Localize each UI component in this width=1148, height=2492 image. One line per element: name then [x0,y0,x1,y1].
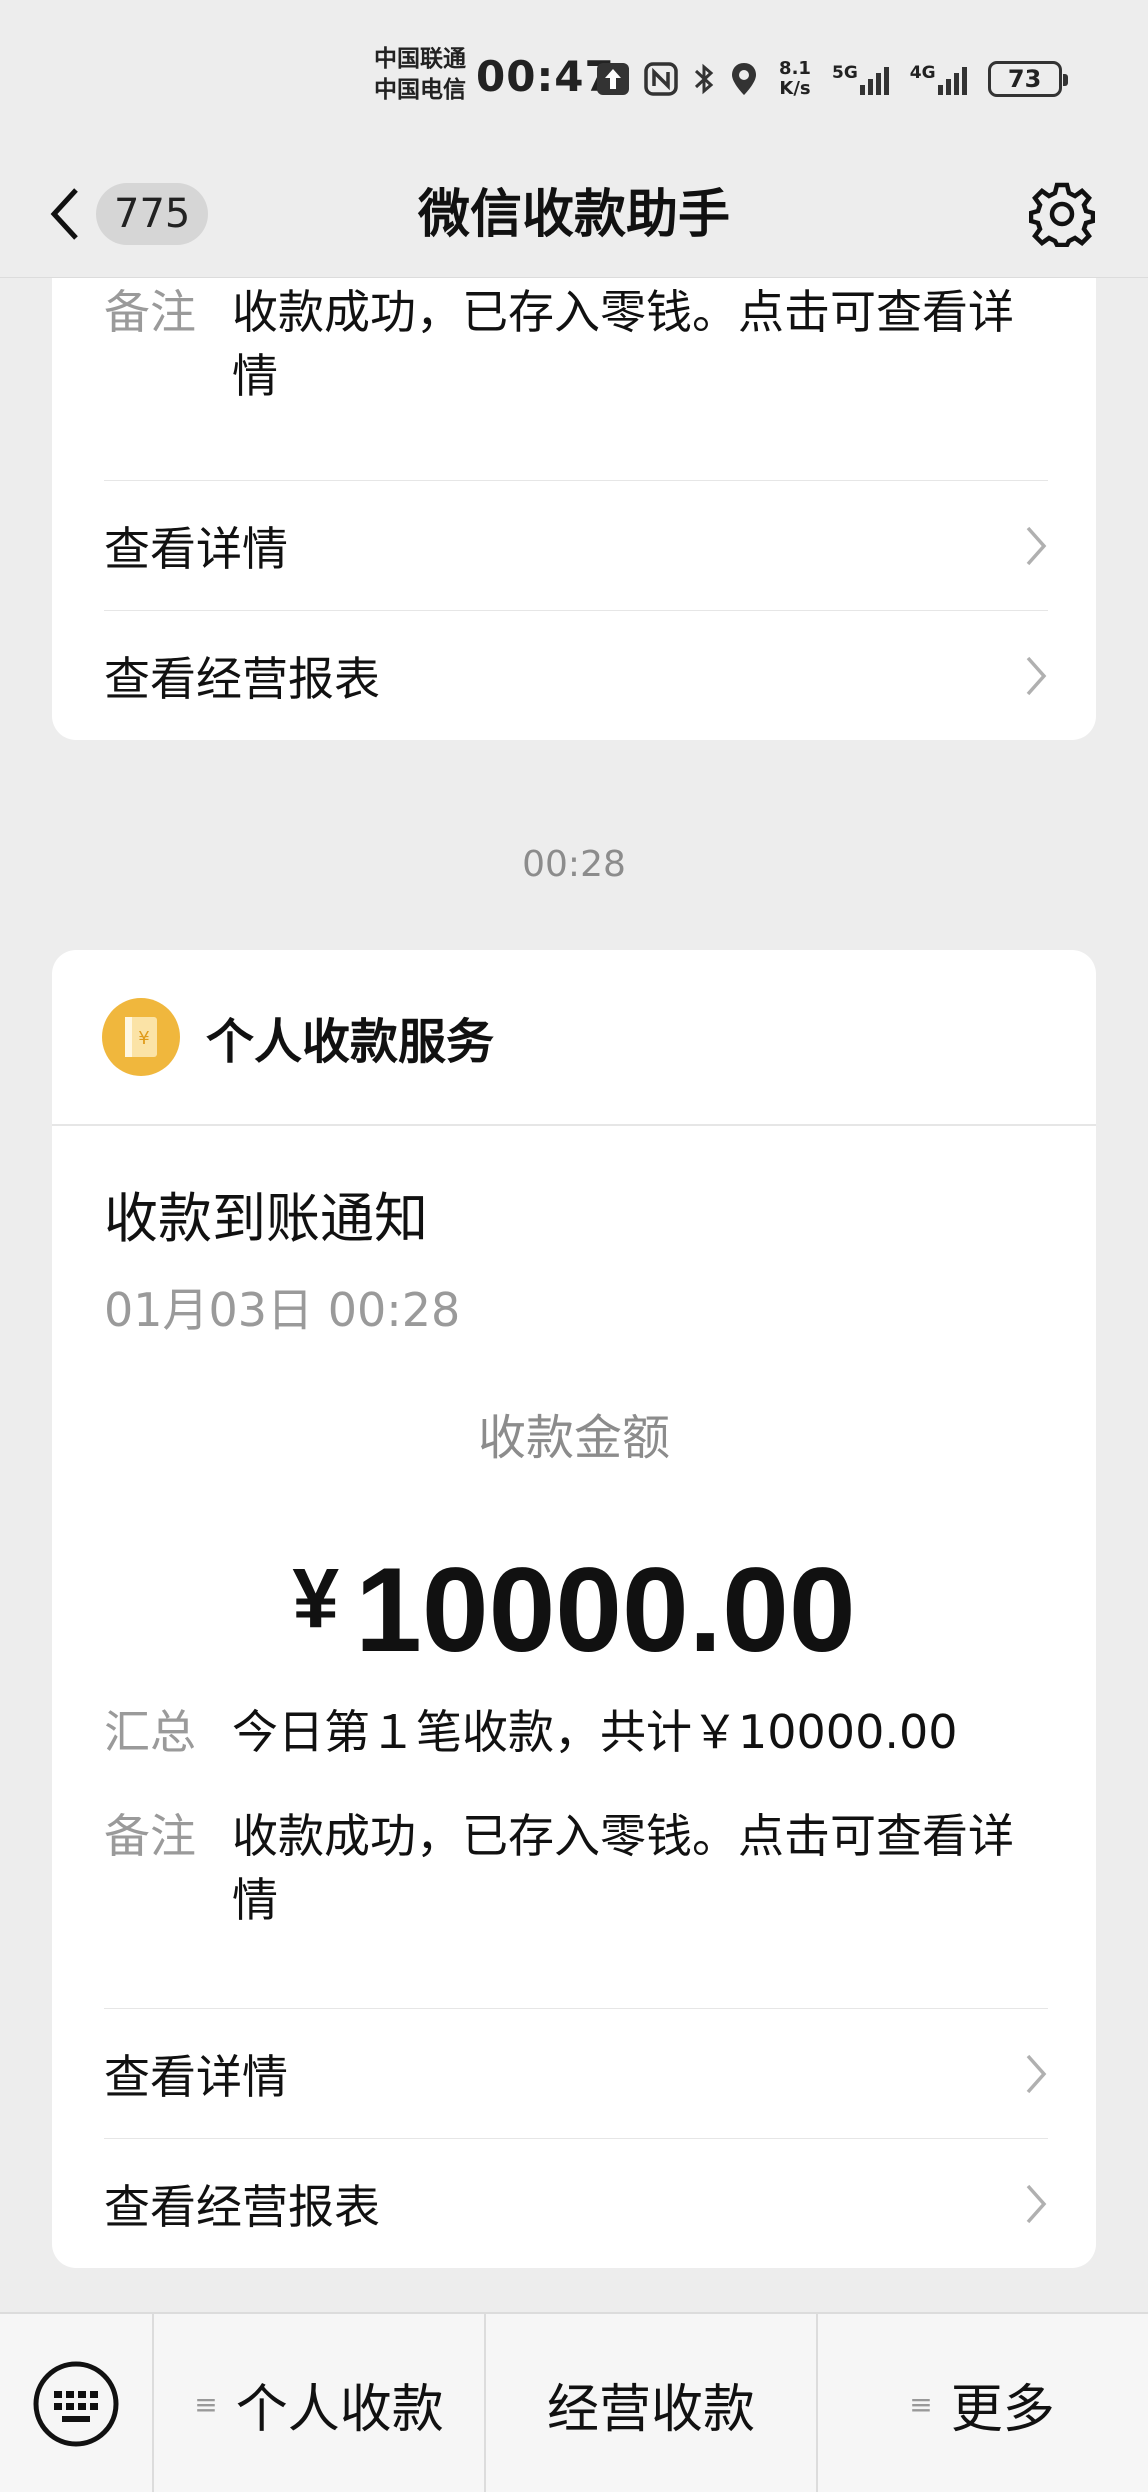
view-details-label: 查看详情 [104,521,288,576]
status-bar: 中国联通 中国电信 00:47 8.1 K/s 5G 4G 73 [0,0,1148,150]
signal-5g: 5G [832,63,896,95]
message-timestamp: 00:28 [522,844,626,885]
speed-unit: K/s [779,78,811,99]
remark-row: 备注 收款成功，已存入零钱。点击可查看详 情 [104,1804,1044,1932]
carrier-info: 中国联通 中国电信 [374,44,466,106]
net-type-2: 4G [909,63,936,83]
notice-date: 01月03日 00:28 [104,1283,461,1337]
settings-button[interactable] [1020,172,1104,256]
remark-value: 收款成功，已存入零钱。点击可查看详 情 [232,280,1044,408]
menu-business-collection[interactable]: 经营收款 [486,2314,818,2492]
submenu-icon: ≡ [194,2387,218,2421]
service-icon: ¥ [102,998,180,1076]
svg-text:¥: ¥ [138,1028,149,1049]
amount-number: 10000.00 [355,1543,856,1677]
battery-level: 73 [1007,65,1042,93]
clock: 00:47 [476,52,615,101]
bottom-menu-bar: ≡ 个人收款 经营收款 ≡ 更多 [0,2312,1148,2492]
view-report-label: 查看经营报表 [104,2179,380,2234]
battery-icon: 73 [987,61,1068,97]
remark-line-1: 收款成功，已存入零钱。点击可查看详 [232,1809,1014,1863]
signal-bars-icon [859,67,889,95]
keyboard-icon [33,2361,119,2447]
currency-symbol: ¥ [292,1551,340,1645]
menu-personal-collection[interactable]: ≡ 个人收款 [154,2314,486,2492]
menu-label: 更多 [950,2379,1055,2440]
summary-value: 今日第１笔收款，共计￥10000.00 [232,1705,958,1759]
status-icons: 8.1 K/s 5G 4G 73 [596,52,1068,106]
service-header[interactable]: ¥ 个人收款服务 [52,950,1096,1126]
amount-label: 收款金额 [477,1410,670,1466]
view-details-label: 查看详情 [104,2049,288,2104]
navigation-bar: 775 微信收款助手 [0,150,1148,278]
summary-row: 汇总 今日第１笔收款，共计￥10000.00 [104,1700,1044,1764]
chevron-right-icon [1026,656,1047,695]
carrier-2: 中国电信 [374,77,466,103]
network-speed: 8.1 K/s [772,59,818,99]
chevron-right-icon [1026,2054,1047,2093]
view-details-link[interactable]: 查看详情 [104,2008,1048,2138]
carrier-1: 中国联通 [374,46,466,72]
view-report-link[interactable]: 查看经营报表 [104,2138,1048,2268]
signal-bars-icon [937,67,967,95]
view-report-label: 查看经营报表 [104,651,380,706]
speed-value: 8.1 [779,58,811,79]
nfc-icon [644,62,678,96]
signal-4g: 4G [910,63,974,95]
remark-line-2: 情 [232,1873,278,1927]
menu-more[interactable]: ≡ 更多 [818,2314,1146,2492]
remark-key: 备注 [104,285,196,339]
upload-notification-icon [597,63,629,95]
remark-row: 备注 收款成功，已存入零钱。点击可查看详 情 [104,280,1044,408]
chevron-right-icon [1026,2184,1047,2223]
amount-value: ¥10000.00 [52,1528,1096,1680]
page-title: 微信收款助手 [417,185,730,245]
wallet-icon: ¥ [125,1017,157,1057]
gear-icon [1029,182,1095,247]
view-details-link[interactable]: 查看详情 [104,480,1048,610]
payment-card-previous[interactable]: 备注 收款成功，已存入零钱。点击可查看详 情 查看详情 查看经营报表 [52,260,1096,740]
menu-label: 经营收款 [546,2379,755,2440]
summary-key: 汇总 [104,1705,196,1759]
service-name: 个人收款服务 [206,1014,495,1070]
keyboard-toggle-button[interactable] [0,2314,154,2492]
remark-line-2: 情 [232,349,278,403]
notice-title: 收款到账通知 [104,1187,428,1250]
bluetooth-icon [694,63,714,95]
location-icon [732,63,756,95]
remark-key: 备注 [104,1809,196,1863]
net-type-1: 5G [832,63,858,83]
remark-value: 收款成功，已存入零钱。点击可查看详 情 [232,1804,1044,1932]
submenu-icon: ≡ [909,2387,933,2421]
menu-label: 个人收款 [235,2379,444,2440]
payment-card[interactable]: ¥ 个人收款服务 收款到账通知 01月03日 00:28 收款金额 ¥10000… [52,950,1096,2268]
chevron-right-icon [1026,526,1047,565]
remark-line-1: 收款成功，已存入零钱。点击可查看详 [232,285,1014,339]
view-report-link[interactable]: 查看经营报表 [104,610,1048,740]
